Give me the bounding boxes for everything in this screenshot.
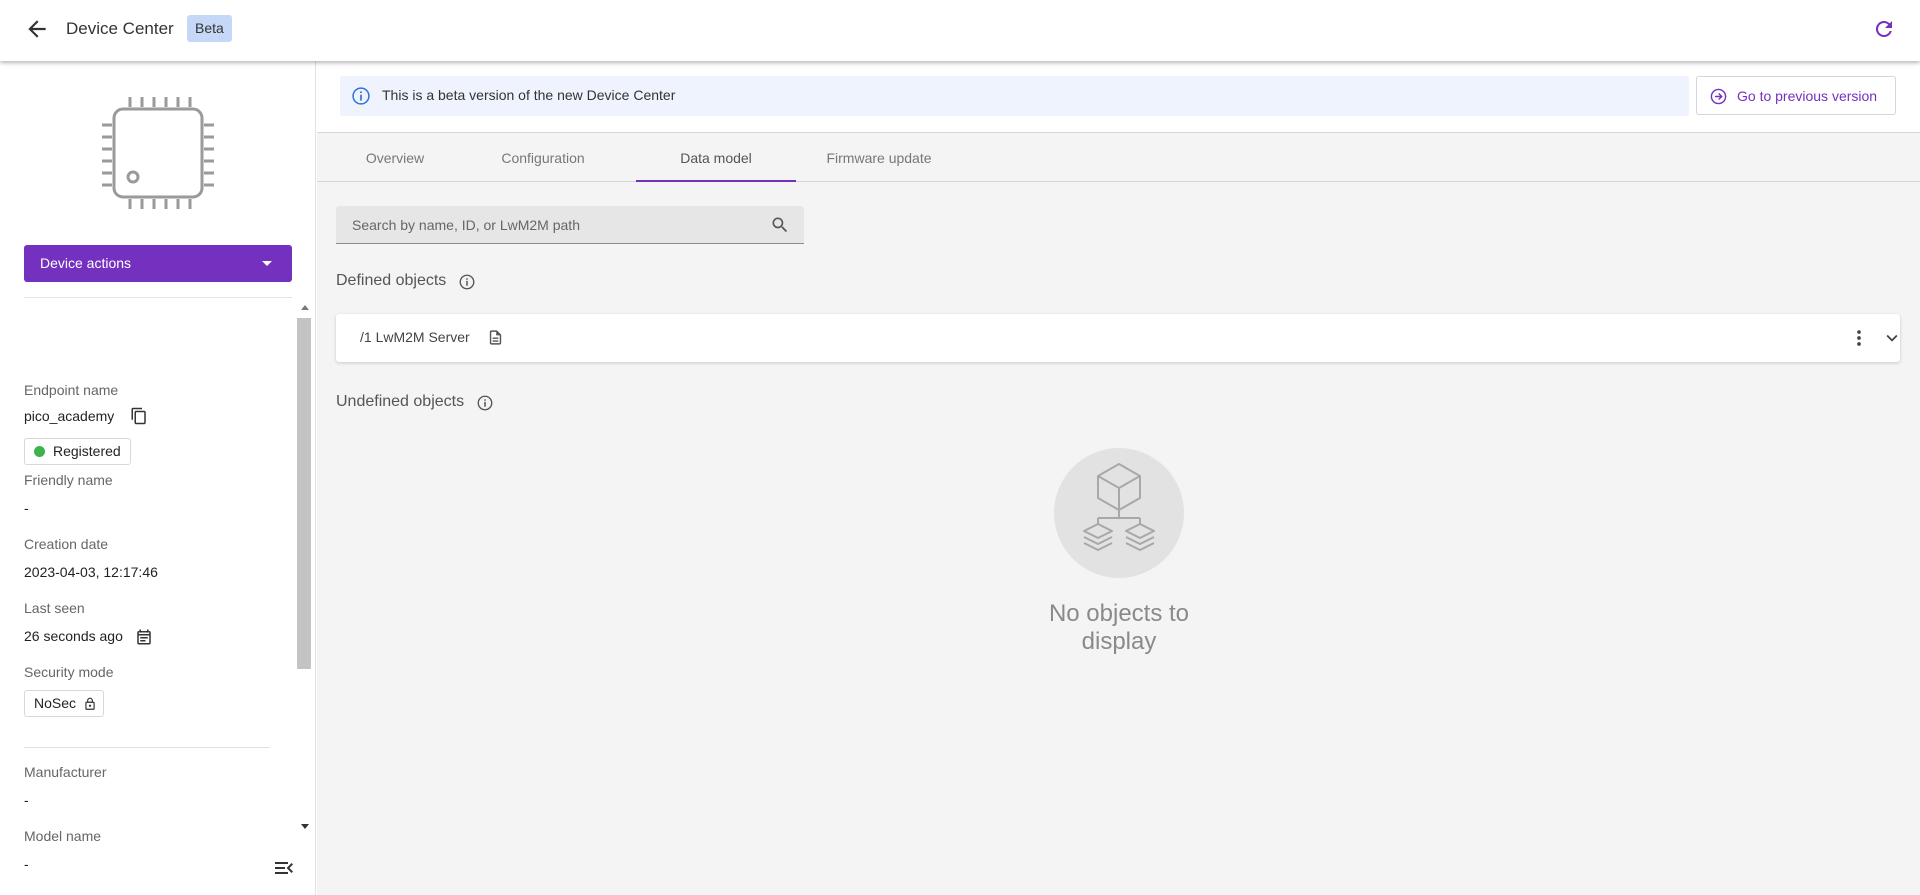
endpoint-name-value: pico_academy xyxy=(24,408,115,424)
manufacturer-label: Manufacturer xyxy=(24,764,107,780)
lock-icon xyxy=(85,697,95,710)
tab-data-model[interactable]: Data model xyxy=(636,134,796,182)
back-arrow-icon[interactable] xyxy=(24,16,50,42)
refresh-icon[interactable] xyxy=(1872,17,1896,41)
chip-icon xyxy=(100,95,216,211)
last-seen-label: Last seen xyxy=(24,600,85,616)
status-badge: Registered xyxy=(24,438,131,465)
info-icon[interactable] xyxy=(476,394,494,412)
creation-date-value: 2023-04-03, 12:17:46 xyxy=(24,564,158,580)
copy-icon[interactable] xyxy=(130,407,148,425)
objects-hierarchy-icon xyxy=(1054,448,1184,578)
search-input[interactable] xyxy=(336,206,756,243)
status-text: Registered xyxy=(53,443,121,459)
model-name-label: Model name xyxy=(24,828,102,844)
collapse-menu-icon[interactable] xyxy=(272,856,296,880)
divider xyxy=(24,747,270,748)
main-content: This is a beta version of the new Device… xyxy=(317,61,1920,895)
object-row[interactable]: /1 LwM2M Server xyxy=(336,314,1900,362)
tab-firmware-update[interactable]: Firmware update xyxy=(803,134,955,182)
creation-date-label: Creation date xyxy=(24,536,109,552)
banner-area: This is a beta version of the new Device… xyxy=(317,61,1920,133)
security-mode-label: Security mode xyxy=(24,664,114,680)
info-icon[interactable] xyxy=(458,273,476,291)
tab-overview[interactable]: Overview xyxy=(340,134,450,182)
friendly-name-value: - xyxy=(24,500,29,516)
beta-info-banner: This is a beta version of the new Device… xyxy=(340,76,1689,116)
document-icon[interactable] xyxy=(487,328,504,347)
device-actions-label: Device actions xyxy=(40,255,132,271)
beta-badge: Beta xyxy=(187,15,232,42)
app-bar: Device Center Beta xyxy=(0,0,1920,61)
endpoint-name-label: Endpoint name xyxy=(24,382,119,398)
scroll-thumb[interactable] xyxy=(297,318,311,669)
arrow-circle-right-icon xyxy=(1710,88,1727,105)
dropdown-caret-icon xyxy=(262,261,272,266)
scroll-down-arrow-icon[interactable] xyxy=(301,824,309,829)
defined-objects-heading: Defined objects xyxy=(336,272,447,289)
model-name-value: - xyxy=(24,856,29,872)
device-actions-button[interactable]: Device actions xyxy=(24,245,292,282)
go-to-previous-version-label: Go to previous version xyxy=(1737,88,1878,104)
calendar-icon[interactable] xyxy=(135,628,153,646)
more-vertical-icon[interactable] xyxy=(1848,327,1870,349)
app-title: Device Center xyxy=(66,19,174,38)
tab-configuration[interactable]: Configuration xyxy=(473,134,613,182)
object-label: /1 LwM2M Server xyxy=(360,329,470,345)
last-seen-value: 26 seconds ago xyxy=(24,628,123,644)
search-field xyxy=(336,206,804,244)
security-mode-badge: NoSec xyxy=(24,690,105,717)
chevron-down-icon[interactable] xyxy=(1881,327,1903,349)
undefined-objects-heading: Undefined objects xyxy=(336,393,465,410)
go-to-previous-version-button[interactable]: Go to previous version xyxy=(1696,76,1896,115)
device-details-panel: Endpoint name pico_academy Registered Fr… xyxy=(0,298,294,895)
status-dot xyxy=(34,446,45,457)
manufacturer-value: - xyxy=(24,792,29,808)
scroll-up-arrow-icon[interactable] xyxy=(301,305,309,310)
security-mode-value: NoSec xyxy=(34,695,77,711)
search-icon[interactable] xyxy=(770,215,790,235)
info-icon xyxy=(352,87,370,105)
empty-state-text: No objects to display xyxy=(1048,600,1190,655)
friendly-name-label: Friendly name xyxy=(24,472,113,488)
sidebar-scrollbar[interactable] xyxy=(296,301,316,836)
beta-banner-text: This is a beta version of the new Device… xyxy=(382,87,676,103)
tab-bar: Overview Configuration Data model Firmwa… xyxy=(317,134,1920,182)
device-sidebar: Device actions Endpoint name pico_academ… xyxy=(0,61,316,895)
